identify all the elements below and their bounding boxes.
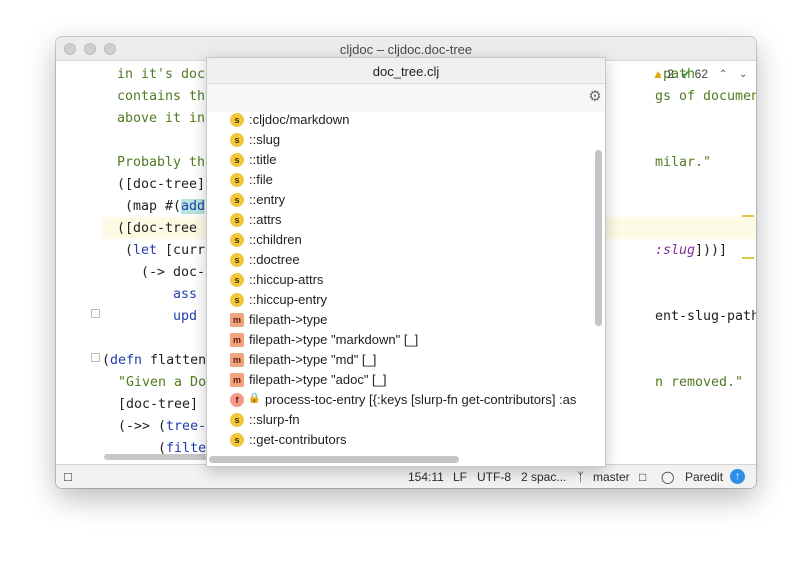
symbol-icon: s [230,133,244,147]
symbol-icon: s [230,433,244,447]
symbol-icon: s [230,153,244,167]
list-item[interactable]: m filepath->type "adoc" [_] [207,370,592,390]
symbol-icon: s [230,193,244,207]
caret-position[interactable]: 154:11 [408,470,444,484]
fold-marker[interactable] [91,353,100,362]
symbol-icon: s [230,413,244,427]
editor-gutter [56,61,102,464]
code-line: ([doc-tree] [117,177,206,192]
code-line: Probably th [117,155,206,170]
code-line: ent-slug-path) xs) [655,309,756,324]
error-stripe-marker[interactable] [742,215,754,217]
list-item[interactable]: s::hiccup-entry [207,290,592,310]
vcs-branch[interactable]: master [593,470,630,484]
indent-setting[interactable]: 2 spac... [521,470,566,484]
code-line: (let [curr [117,243,206,258]
list-item[interactable]: s::get-contributors [207,430,592,450]
code-line: milar." [655,155,712,170]
list-item[interactable]: s::file [207,170,592,190]
update-icon[interactable]: ↑ [730,469,745,484]
list-item[interactable]: f 🔒 process-toc-entry [{:keys [slurp-fn ge… [207,390,592,410]
list-item[interactable]: s::title [207,150,592,170]
code-line: (-> doc- [117,265,206,280]
line-separator[interactable]: LF [453,470,467,484]
symbol-icon: s [230,173,244,187]
multimethod-icon: m [230,313,244,327]
multimethod-icon: m [230,353,244,367]
warning-icon: ▲ [652,67,664,81]
function-icon: f [230,393,244,407]
code-line: (defn flatten [102,353,207,368]
lock-icon: 🔒 [248,393,261,404]
file-structure-popup[interactable]: doc_tree.clj ⚙ s:cljdoc/markdown s::slug… [206,57,606,467]
list-item[interactable]: m filepath->type "md" [_] [207,350,592,370]
symbol-icon: s [230,293,244,307]
list-item[interactable]: s::slurp-fn [207,410,592,430]
structure-list[interactable]: s:cljdoc/markdown s::slug s::title s::fi… [207,110,605,455]
list-item[interactable]: m filepath->type "markdown" [_] [207,330,592,350]
code-line: ass [173,287,198,302]
list-item[interactable]: s::children [207,230,592,250]
chevron-up-icon[interactable]: ⌃ [719,69,729,80]
window-title: cljdoc – cljdoc.doc-tree [339,42,473,57]
code-line: upd [173,309,198,324]
multimethod-icon: m [230,373,244,387]
gear-icon[interactable]: ⚙ [587,89,603,105]
code-line: above it in [117,111,206,126]
code-line: in it's doc [117,67,206,82]
ok-count: 62 [694,67,709,81]
multimethod-icon: m [230,333,244,347]
lock-icon[interactable]: □ [639,470,646,484]
file-encoding[interactable]: UTF-8 [477,470,511,484]
code-line: contains th [117,89,206,104]
balloon-icon[interactable]: ◯ [661,470,674,484]
fold-marker[interactable] [91,309,100,318]
symbol-icon: s [230,113,244,127]
code-line: n removed." [655,375,744,390]
symbol-icon: s [230,213,244,227]
popup-title: doc_tree.clj [372,64,440,79]
list-item[interactable]: s::attrs [207,210,592,230]
inspection-widget[interactable]: ▲ 2 ✔ 62 [652,67,708,85]
list-item[interactable]: m filepath->type [207,310,592,330]
code-line: gs of documents [655,89,756,104]
list-item[interactable]: s::slug [207,130,592,150]
popup-toolbar: ⚙ [207,84,605,112]
code-line: "Given a Do [102,375,207,390]
list-item[interactable]: s:cljdoc/markdown [207,110,592,130]
code-line: ([doc-tree [117,221,198,236]
branch-icon: ᛉ [577,470,585,484]
symbol-icon: s [230,253,244,267]
chevron-down-icon[interactable]: ⌄ [739,69,749,80]
symbol-icon: s [230,233,244,247]
code-line: (map #(add [117,199,206,214]
symbol-icon: s [230,273,244,287]
warning-count: 2 [667,67,674,81]
status-bar: □ 154:11 LF UTF-8 2 spac... ᛉ master □ ◯… [56,464,756,488]
check-icon: ✔ [681,67,692,81]
code-line: [doc-tree] [102,397,199,412]
popup-vertical-scrollbar[interactable] [595,150,602,326]
popup-horizontal-scrollbar[interactable] [209,456,459,463]
list-item[interactable]: s::entry [207,190,592,210]
paredit-mode[interactable]: Paredit [685,470,723,484]
list-item[interactable]: s::hiccup-attrs [207,270,592,290]
tool-window-icon[interactable]: □ [64,469,72,484]
code-line: (->> (tree- [102,419,207,434]
list-item[interactable]: s::doctree [207,250,592,270]
error-stripe-marker[interactable] [742,257,754,259]
popup-header: doc_tree.clj [207,58,605,84]
code-line: :slug]))] [655,243,728,258]
